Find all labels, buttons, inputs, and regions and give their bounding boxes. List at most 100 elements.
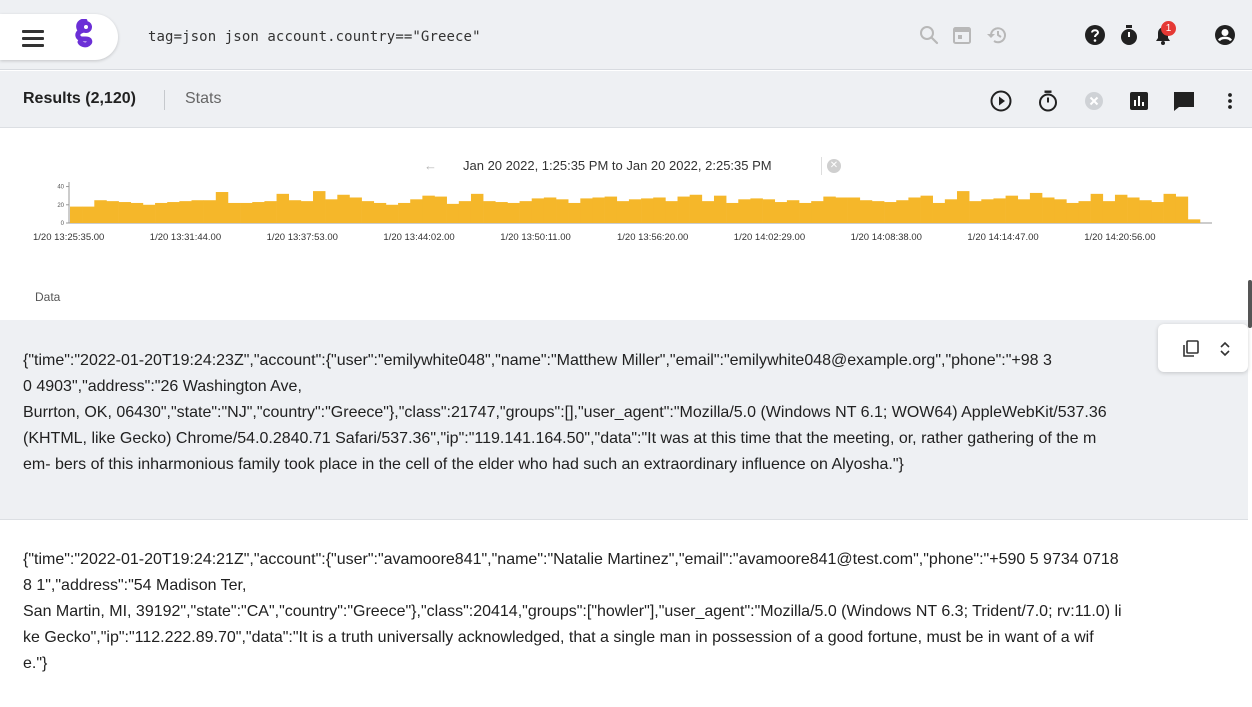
- histogram-bar[interactable]: [1029, 192, 1043, 223]
- histogram-bar[interactable]: [896, 200, 909, 223]
- histogram-bar[interactable]: [191, 200, 204, 223]
- histogram-bar[interactable]: [556, 199, 569, 223]
- tab-stats[interactable]: Stats: [185, 90, 221, 108]
- histogram-bar[interactable]: [118, 202, 132, 223]
- histogram-bar[interactable]: [993, 198, 1006, 223]
- histogram-bar[interactable]: [215, 192, 229, 223]
- range-clear-icon[interactable]: ✕: [827, 159, 841, 173]
- histogram-bar[interactable]: [458, 201, 472, 223]
- histogram-bar[interactable]: [932, 202, 946, 223]
- histogram-bar[interactable]: [300, 201, 314, 223]
- histogram-bar[interactable]: [713, 195, 727, 223]
- histogram-bar[interactable]: [337, 194, 350, 223]
- result-record[interactable]: {"time":"2022-01-20T19:24:21Z","account"…: [0, 521, 1248, 707]
- histogram-bar[interactable]: [470, 193, 484, 223]
- histogram-bar[interactable]: [543, 197, 557, 223]
- histogram-bar[interactable]: [495, 202, 508, 223]
- histogram-bar[interactable]: [908, 197, 921, 223]
- histogram-bar[interactable]: [361, 201, 375, 223]
- histogram-bar[interactable]: [641, 198, 654, 223]
- histogram-bar[interactable]: [738, 199, 751, 223]
- histogram-bar[interactable]: [142, 204, 156, 223]
- account-icon[interactable]: [1214, 24, 1236, 46]
- range-back-arrow[interactable]: ←: [424, 158, 437, 173]
- scrollbar-thumb[interactable]: [1248, 280, 1252, 328]
- stopwatch-icon[interactable]: [1036, 89, 1060, 113]
- histogram-bar[interactable]: [276, 193, 290, 223]
- histogram-bar[interactable]: [1187, 219, 1201, 223]
- histogram-bar[interactable]: [1042, 197, 1055, 223]
- histogram-bar[interactable]: [1066, 202, 1079, 223]
- search-query-input[interactable]: tag=json json account.country=="Greece": [148, 29, 481, 45]
- histogram-bar[interactable]: [823, 196, 836, 223]
- histogram-bar[interactable]: [774, 202, 788, 223]
- histogram-bar[interactable]: [167, 202, 180, 223]
- histogram-bar[interactable]: [82, 206, 95, 223]
- comment-icon[interactable]: [1172, 89, 1196, 113]
- histogram-bar[interactable]: [1054, 199, 1067, 223]
- histogram-bar[interactable]: [313, 191, 326, 223]
- histogram-bar[interactable]: [1151, 202, 1164, 223]
- histogram-bar[interactable]: [264, 201, 277, 223]
- histogram-bar[interactable]: [385, 204, 399, 223]
- histogram-bar[interactable]: [94, 200, 107, 223]
- help-icon[interactable]: [1084, 24, 1106, 46]
- histogram-bar[interactable]: [203, 200, 217, 223]
- cancel-icon[interactable]: [1082, 89, 1106, 113]
- histogram-bar[interactable]: [519, 201, 533, 223]
- histogram-bar[interactable]: [1175, 196, 1189, 223]
- histogram-bar[interactable]: [1102, 201, 1116, 223]
- histogram-bar[interactable]: [1127, 197, 1140, 223]
- histogram-bar[interactable]: [604, 196, 618, 223]
- calendar-icon[interactable]: [951, 24, 973, 46]
- histogram-bar[interactable]: [665, 201, 678, 223]
- histogram-bar[interactable]: [884, 202, 897, 223]
- histogram-bar[interactable]: [726, 202, 739, 223]
- histogram-bar[interactable]: [325, 199, 338, 223]
- histogram-bar[interactable]: [871, 201, 885, 223]
- histogram-bar[interactable]: [179, 201, 192, 223]
- menu-icon[interactable]: [22, 30, 44, 47]
- histogram-bar[interactable]: [349, 197, 362, 223]
- histogram-bar[interactable]: [689, 194, 703, 223]
- histogram-bar[interactable]: [701, 201, 715, 223]
- histogram-bar[interactable]: [106, 201, 119, 223]
- histogram-bar[interactable]: [859, 200, 873, 223]
- histogram-bar[interactable]: [956, 191, 970, 223]
- result-record[interactable]: {"time":"2022-01-20T19:24:23Z","account"…: [0, 320, 1248, 520]
- histogram-bar[interactable]: [410, 199, 423, 223]
- histogram-bar[interactable]: [969, 201, 982, 223]
- more-vert-icon[interactable]: [1218, 89, 1242, 113]
- play-icon[interactable]: [989, 89, 1013, 113]
- results-histogram[interactable]: 40 20 0 1/20 13:25:35.00 1/20 13:31:44.00 1/2…: [30, 178, 1220, 248]
- histogram-bar[interactable]: [240, 202, 253, 223]
- histogram-bar[interactable]: [628, 199, 642, 223]
- histogram-bar[interactable]: [616, 201, 630, 223]
- histogram-bar[interactable]: [446, 203, 460, 223]
- histogram-bar[interactable]: [227, 202, 241, 223]
- histogram-bar[interactable]: [531, 198, 545, 223]
- histogram-bar[interactable]: [288, 200, 302, 223]
- histogram-bar[interactable]: [1139, 200, 1152, 223]
- tab-results[interactable]: Results (2,120): [23, 90, 136, 108]
- logo-icon[interactable]: [74, 19, 96, 53]
- histogram-bar[interactable]: [1017, 199, 1031, 223]
- histogram-bar[interactable]: [677, 196, 690, 223]
- histogram-bar[interactable]: [483, 201, 496, 223]
- expand-collapse-icon[interactable]: [1218, 340, 1232, 358]
- chart-icon[interactable]: [1127, 89, 1151, 113]
- histogram-bar[interactable]: [981, 199, 994, 223]
- history-icon[interactable]: [986, 24, 1008, 46]
- histogram-bar[interactable]: [1078, 201, 1091, 223]
- histogram-bar[interactable]: [847, 197, 861, 223]
- histogram-bar[interactable]: [422, 195, 435, 223]
- histogram-bar[interactable]: [592, 197, 605, 223]
- timer-icon[interactable]: [1118, 24, 1140, 46]
- histogram-bar[interactable]: [1090, 193, 1104, 223]
- copy-icon[interactable]: [1182, 340, 1200, 358]
- histogram-bar[interactable]: [653, 197, 666, 223]
- histogram-bar[interactable]: [944, 199, 958, 223]
- histogram-bar[interactable]: [786, 200, 800, 223]
- histogram-bar[interactable]: [1114, 194, 1128, 223]
- histogram-bar[interactable]: [1005, 195, 1019, 223]
